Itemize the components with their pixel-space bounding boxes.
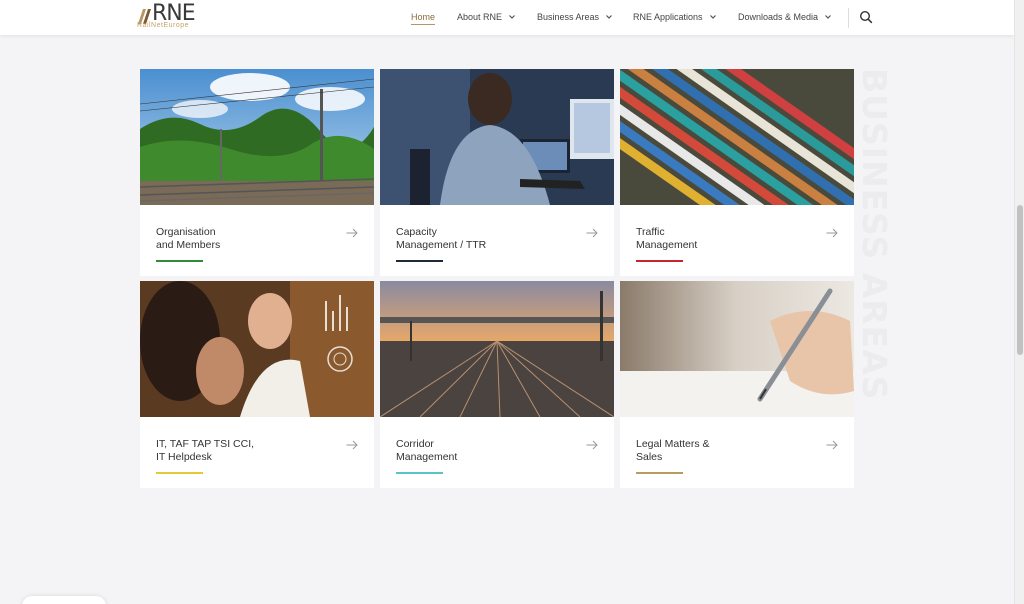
chevron-down-icon <box>509 15 515 19</box>
card-accent-underline <box>156 472 203 474</box>
card-title: Corridor Management <box>396 438 566 464</box>
card-accent-underline <box>636 472 683 474</box>
card-organisation-members[interactable]: Organisation and Members <box>140 69 374 276</box>
card-accent-underline <box>156 260 203 262</box>
card-image <box>380 281 614 417</box>
card-legal-matters-sales[interactable]: Legal Matters & Sales <box>620 281 854 488</box>
chevron-down-icon <box>606 15 612 19</box>
people-with-digital-screen-image <box>140 281 374 417</box>
nav-applications-label: RNE Applications <box>633 12 703 22</box>
arrow-right-icon[interactable] <box>826 440 838 450</box>
section-title: BUSINESS AREAS <box>855 68 894 401</box>
card-image <box>620 281 854 417</box>
nav-divider <box>848 8 849 28</box>
card-title-line2: and Members <box>156 239 221 251</box>
nav-home-label: Home <box>411 12 436 22</box>
card-traffic-management[interactable]: Traffic Management <box>620 69 854 276</box>
card-image <box>620 69 854 205</box>
chevron-down-icon <box>825 15 831 19</box>
hand-writing-pen-image <box>620 281 854 417</box>
vertical-scrollbar[interactable] <box>1014 0 1024 604</box>
nav-business-areas[interactable]: Business Areas <box>537 12 613 22</box>
section-title-vertical: BUSINESS AREAS <box>855 68 896 401</box>
card-title: Traffic Management <box>636 226 806 252</box>
freight-wagons-aerial-image <box>620 69 854 205</box>
card-capacity-management[interactable]: Capacity Management / TTR <box>380 69 614 276</box>
card-title: Capacity Management / TTR <box>396 226 566 252</box>
rail-yard-sunset-image <box>380 281 614 417</box>
card-title-line2: Management <box>396 451 458 463</box>
card-accent-underline <box>636 260 683 262</box>
card-title-line1: IT, TAF TAP TSI CCI, <box>156 438 255 450</box>
chat-widget[interactable] <box>22 596 106 604</box>
card-accent-underline <box>396 472 443 474</box>
nav-home[interactable]: Home <box>411 12 436 25</box>
nav-about-label: About RNE <box>457 12 503 22</box>
card-title-line1: Capacity <box>396 226 437 238</box>
arrow-right-icon[interactable] <box>586 440 598 450</box>
nav-business-label: Business Areas <box>537 12 600 22</box>
card-image <box>380 69 614 205</box>
nav-downloads-label: Downloads & Media <box>738 12 819 22</box>
card-corridor-management[interactable]: Corridor Management <box>380 281 614 488</box>
card-title-line2: Sales <box>636 451 663 463</box>
card-title: Legal Matters & Sales <box>636 438 806 464</box>
card-title-line2: IT Helpdesk <box>156 451 212 463</box>
logo-subtitle: RailNetEurope <box>137 22 190 29</box>
card-it-helpdesk[interactable]: IT, TAF TAP TSI CCI, IT Helpdesk <box>140 281 374 488</box>
card-title-line2: Management / TTR <box>396 239 487 251</box>
top-navigation-bar: RNE RailNetEurope Home About RNE Busines… <box>0 0 1014 35</box>
card-title-line1: Corridor <box>396 438 434 450</box>
card-image <box>140 281 374 417</box>
card-title: Organisation and Members <box>156 226 326 252</box>
arrow-right-icon[interactable] <box>586 228 598 238</box>
card-image <box>140 69 374 205</box>
operator-at-computer-image <box>380 69 614 205</box>
arrow-right-icon[interactable] <box>346 440 358 450</box>
card-title: IT, TAF TAP TSI CCI, IT Helpdesk <box>156 438 326 464</box>
arrow-right-icon[interactable] <box>346 228 358 238</box>
card-title-line2: Management <box>636 239 698 251</box>
scrollbar-thumb[interactable] <box>1017 205 1023 355</box>
chevron-down-icon <box>709 15 716 19</box>
search-icon[interactable] <box>859 10 873 24</box>
card-title-line1: Legal Matters & <box>636 438 710 450</box>
card-title-line1: Organisation <box>156 226 216 238</box>
card-accent-underline <box>396 260 443 262</box>
arrow-right-icon[interactable] <box>826 228 838 238</box>
rail-track-landscape-image <box>140 69 374 205</box>
card-title-line1: Traffic <box>636 226 665 238</box>
nav-downloads-media[interactable]: Downloads & Media <box>738 12 832 22</box>
nav-about-rne[interactable]: About RNE <box>457 12 516 22</box>
nav-rne-applications[interactable]: RNE Applications <box>633 12 717 22</box>
